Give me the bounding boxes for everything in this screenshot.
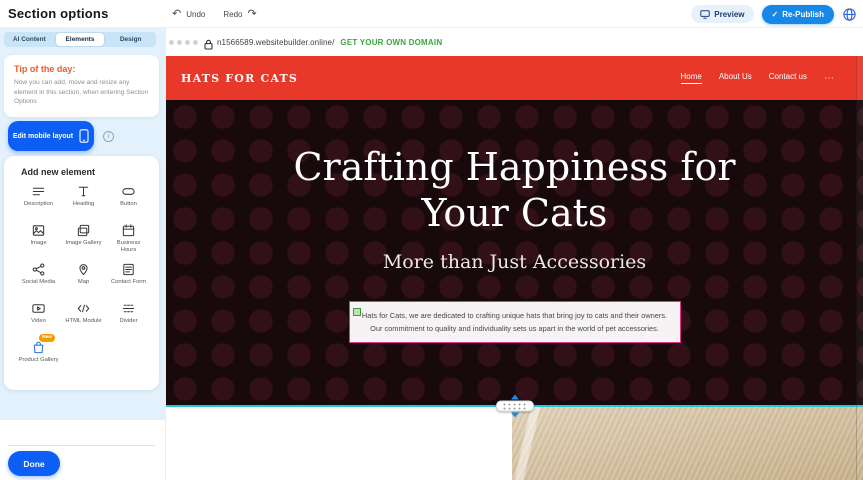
globe-icon[interactable] <box>842 7 857 22</box>
republish-label: Re-Publish <box>782 10 824 19</box>
element-image-gallery[interactable]: Image Gallery <box>61 221 106 260</box>
resize-down-arrow-icon[interactable] <box>511 413 519 418</box>
history-controls: ↶ Undo Redo ↷ <box>172 0 257 28</box>
mobile-layout-row: Edit mobile layout i <box>8 121 114 151</box>
add-panel-title: Add new element <box>21 167 159 177</box>
get-domain-link[interactable]: GET YOUR OWN DOMAIN <box>340 38 442 47</box>
page-title: Section options <box>8 6 109 21</box>
nav-home[interactable]: Home <box>681 72 702 84</box>
hero-section[interactable]: Crafting Happiness for Your Cats More th… <box>166 100 863 406</box>
element-html-module[interactable]: HTML Module <box>61 299 106 338</box>
heading-icon <box>76 182 91 199</box>
hero-text: Hats for Cats, we are dedicated to craft… <box>362 311 667 333</box>
html-module-icon <box>76 299 91 316</box>
tip-body: Now you can add, move and resize any ele… <box>14 78 149 107</box>
map-pin-icon <box>76 260 91 277</box>
preview-label: Preview <box>714 10 744 19</box>
tip-title: Tip of the day: <box>14 64 149 74</box>
redo-button[interactable]: Redo <box>223 10 242 19</box>
monitor-icon <box>700 10 710 19</box>
site-preview: Hats for Cats Home About Us Contact us ⋯… <box>166 56 863 480</box>
edit-mobile-label: Edit mobile layout <box>13 133 73 140</box>
site-logo[interactable]: Hats for Cats <box>181 72 298 85</box>
resize-up-arrow-icon[interactable] <box>511 395 519 400</box>
element-grid: Description Heading Button Image Image G… <box>4 179 159 383</box>
element-product-gallery[interactable]: New Product Gallery <box>16 338 61 377</box>
nav-about-us[interactable]: About Us <box>719 72 752 84</box>
image-gallery-icon <box>76 221 91 238</box>
browser-bar: n1566589.websitebuilder.online/ GET YOUR… <box>166 28 863 56</box>
element-contact-form[interactable]: Contact Form <box>106 260 151 299</box>
divider-icon <box>121 299 136 316</box>
product-gallery-icon: New <box>31 338 46 355</box>
element-divider[interactable]: Divider <box>106 299 151 338</box>
element-button[interactable]: Button <box>106 182 151 221</box>
element-business-hours[interactable]: Business Hours <box>106 221 151 260</box>
hero-title[interactable]: Crafting Happiness for Your Cats <box>265 144 765 237</box>
video-icon <box>31 299 46 316</box>
new-badge: New <box>39 334 55 342</box>
preview-scrollbar[interactable] <box>856 56 863 480</box>
add-element-panel: Add new element Description Heading Butt… <box>4 156 159 390</box>
button-icon <box>121 182 136 199</box>
hero-subtitle[interactable]: More than Just Accessories <box>383 251 646 273</box>
element-map[interactable]: Map <box>61 260 106 299</box>
tab-design[interactable]: Design <box>106 33 155 46</box>
tab-elements[interactable]: Elements <box>56 33 105 46</box>
lock-icon <box>204 37 213 48</box>
site-url[interactable]: n1566589.websitebuilder.online/ <box>217 38 334 47</box>
social-media-icon <box>31 260 46 277</box>
element-heading[interactable]: Heading <box>61 182 106 221</box>
site-nav: Home About Us Contact us ⋯ <box>681 72 836 84</box>
element-video[interactable]: Video <box>16 299 61 338</box>
undo-button[interactable]: Undo <box>186 10 205 19</box>
element-description[interactable]: Description <box>16 182 61 221</box>
image-icon <box>31 221 46 238</box>
tip-card: Tip of the day: Now you can add, move an… <box>4 55 159 117</box>
tab-ai-content[interactable]: AI Content <box>5 33 54 46</box>
done-button[interactable]: Done <box>8 451 60 476</box>
sidebar-tabs: AI Content Elements Design <box>4 32 156 47</box>
nav-more-icon[interactable]: ⋯ <box>824 73 835 84</box>
topbar: Section options ↶ Undo Redo ↷ Preview ✓ … <box>0 0 863 28</box>
business-hours-icon <box>121 221 136 238</box>
sidebar-divider <box>8 445 155 446</box>
browser-dots <box>169 40 198 45</box>
hero-text-element[interactable]: Hats for Cats, we are dedicated to craft… <box>349 301 681 344</box>
element-image[interactable]: Image <box>16 221 61 260</box>
preview-button[interactable]: Preview <box>691 5 753 23</box>
site-header: Hats for Cats Home About Us Contact us ⋯ <box>166 56 863 100</box>
phone-icon <box>79 129 89 143</box>
nav-contact-us[interactable]: Contact us <box>769 72 807 84</box>
topbar-actions: Preview ✓ Re-Publish <box>691 0 857 28</box>
republish-button[interactable]: ✓ Re-Publish <box>762 5 834 24</box>
description-icon <box>31 182 46 199</box>
element-social-media[interactable]: Social Media <box>16 260 61 299</box>
section-resize-handle[interactable] <box>496 395 534 418</box>
redo-icon[interactable]: ↷ <box>247 9 256 20</box>
check-icon: ✓ <box>772 10 779 19</box>
element-selection-handle[interactable] <box>353 308 361 316</box>
app-window: Section options ↶ Undo Redo ↷ Preview ✓ … <box>0 0 863 480</box>
undo-icon[interactable]: ↶ <box>172 9 181 20</box>
edit-mobile-layout-button[interactable]: Edit mobile layout <box>8 121 94 151</box>
drag-dots-icon <box>502 403 528 410</box>
info-icon[interactable]: i <box>103 131 114 142</box>
drag-handle[interactable] <box>496 401 534 412</box>
contact-form-icon <box>121 260 136 277</box>
sidebar: AI Content Elements Design Tip of the da… <box>0 28 166 480</box>
next-section-image[interactable] <box>512 406 863 480</box>
